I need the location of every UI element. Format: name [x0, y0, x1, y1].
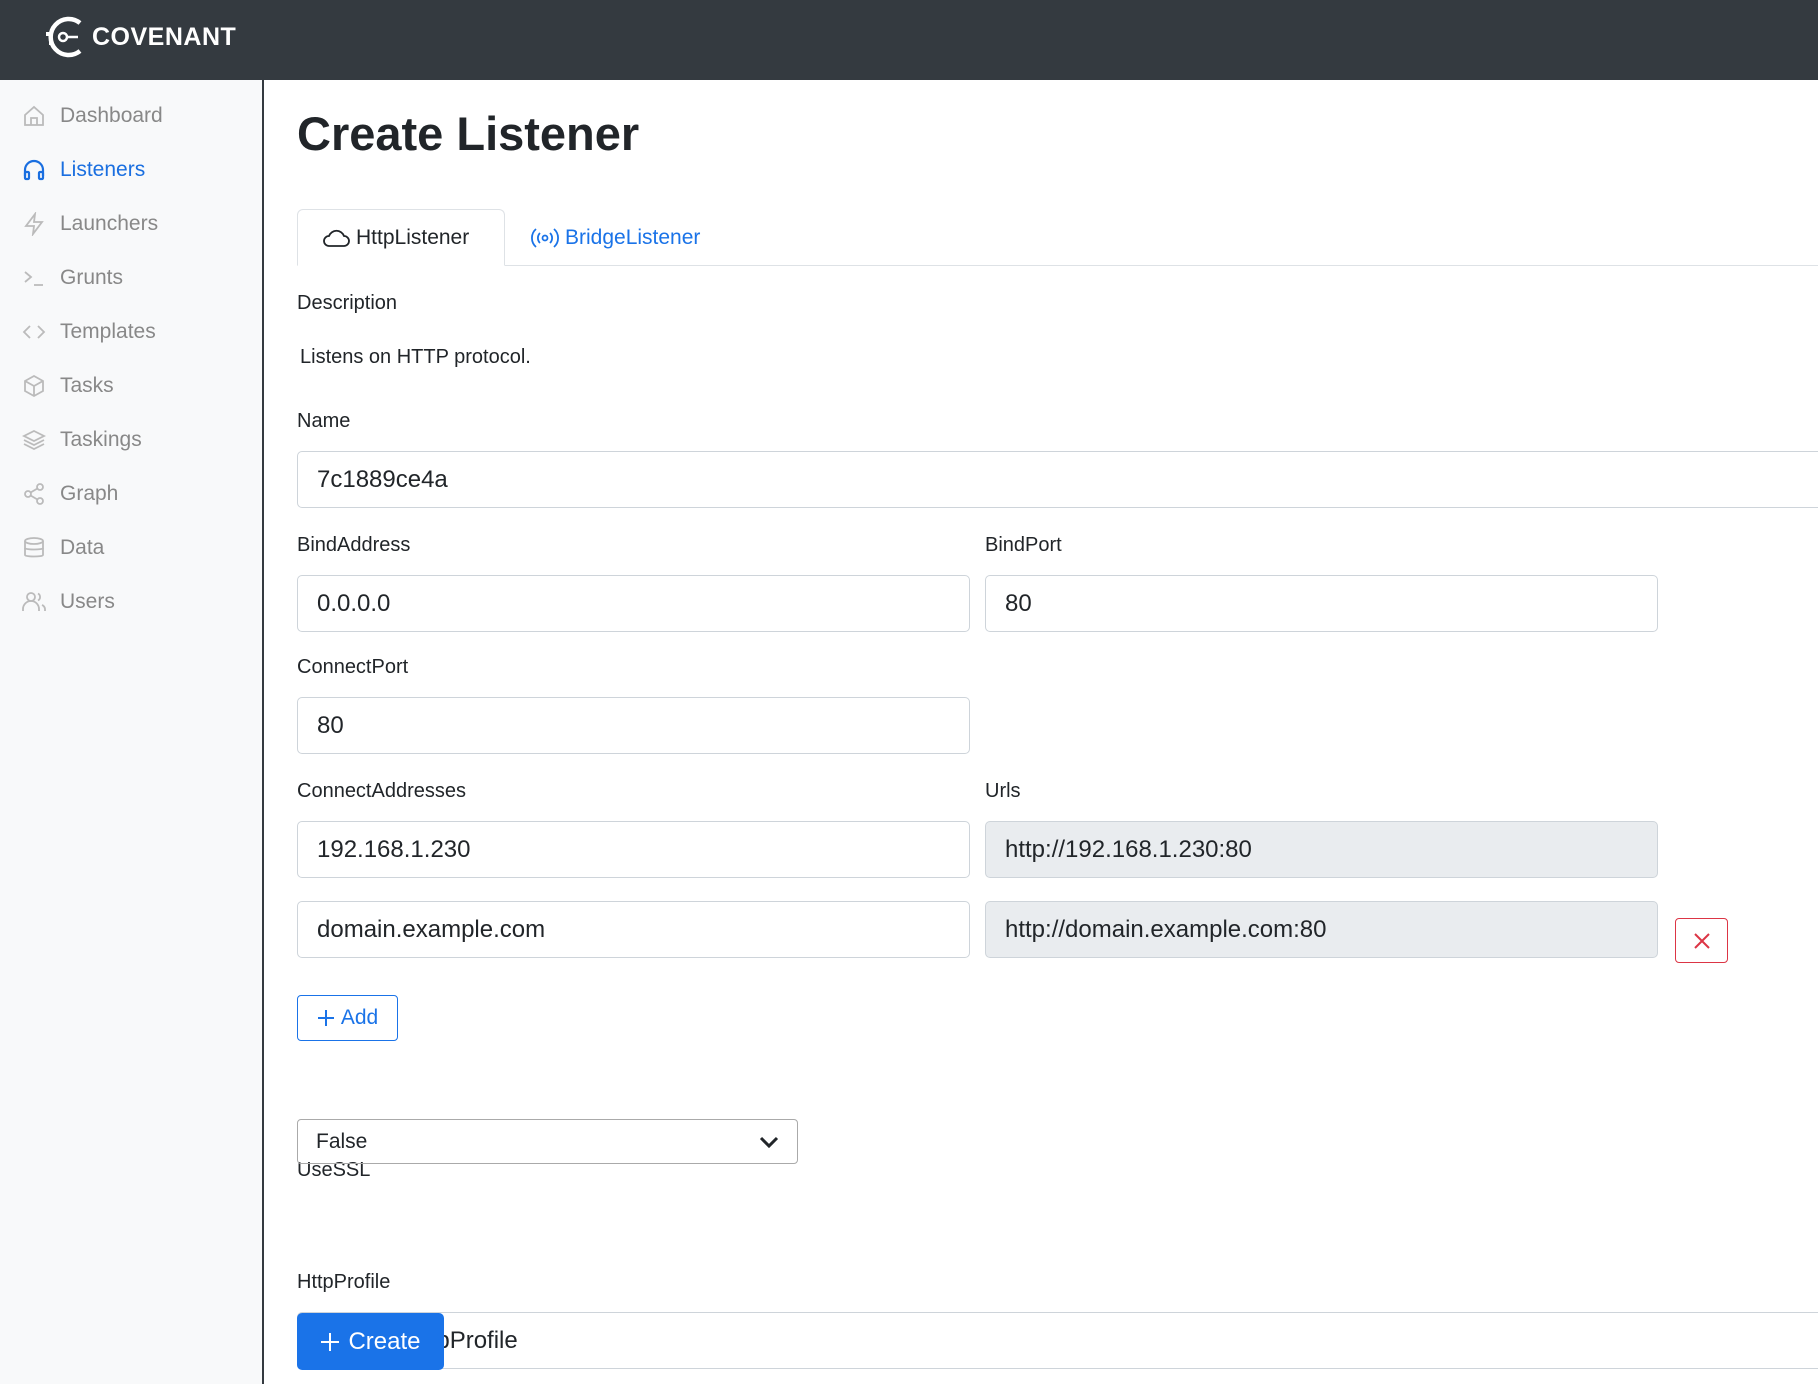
bind-port-input[interactable]: 80 — [985, 575, 1658, 632]
cloud-icon — [323, 229, 350, 247]
description-label: Description — [297, 292, 398, 314]
listener-type-tabs: HttpListener BridgeListener — [297, 209, 1818, 266]
sidebar-item-label: Launchers — [60, 212, 159, 235]
main-content: Create Listener HttpListener BridgeListe… — [265, 80, 1818, 1384]
sidebar-item-launchers[interactable]: Launchers — [20, 204, 158, 244]
tab-label: HttpListener — [356, 225, 470, 249]
sidebar-item-users[interactable]: Users — [20, 582, 115, 622]
chevron-down-icon — [759, 1136, 779, 1148]
sidebar-item-tasks[interactable]: Tasks — [20, 366, 114, 406]
covenant-logo[interactable]: COVENANT — [44, 14, 236, 60]
bind-address-label: BindAddress — [297, 534, 411, 556]
box-icon — [20, 372, 48, 400]
create-button[interactable]: Create — [297, 1313, 444, 1370]
close-icon — [1693, 932, 1710, 949]
sidebar-item-data[interactable]: Data — [20, 528, 104, 568]
http-profile-input[interactable]: CustomHttpProfile — [297, 1312, 1818, 1369]
create-label: Create — [348, 1327, 421, 1355]
users-icon — [20, 588, 48, 616]
sidebar-item-taskings[interactable]: Taskings — [20, 420, 142, 460]
tab-bridge-listener[interactable]: BridgeListener — [507, 209, 724, 266]
share-icon — [20, 480, 48, 508]
url-readonly-field: http://192.168.1.230:80 — [985, 821, 1658, 878]
remove-address-button[interactable] — [1675, 918, 1728, 963]
top-navbar: COVENANT — [0, 0, 1818, 80]
connect-address-input[interactable]: 192.168.1.230 — [297, 821, 970, 878]
add-address-button[interactable]: Add — [297, 995, 398, 1041]
plus-icon — [321, 1332, 340, 1351]
sidebar-item-dashboard[interactable]: Dashboard — [20, 96, 163, 136]
sidebar-item-label: Users — [60, 590, 115, 613]
plus-icon — [317, 1010, 334, 1026]
sidebar-item-listeners[interactable]: Listeners — [20, 150, 145, 190]
add-label: Add — [340, 1006, 379, 1029]
terminal-icon — [20, 264, 48, 292]
tab-label: BridgeListener — [565, 225, 701, 249]
tab-http-listener[interactable]: HttpListener — [297, 209, 505, 266]
name-input[interactable]: 7c1889ce4a — [297, 451, 1818, 508]
home-icon — [20, 102, 48, 130]
url-readonly-field: http://domain.example.com:80 — [985, 901, 1658, 958]
sidebar-item-label: Templates — [60, 320, 156, 343]
code-icon — [20, 318, 48, 346]
use-ssl-value: False — [316, 1129, 368, 1153]
sidebar-item-label: Taskings — [60, 428, 142, 451]
sidebar-item-templates[interactable]: Templates — [20, 312, 156, 352]
brand-name: COVENANT — [92, 22, 237, 51]
headphones-icon — [20, 156, 48, 184]
use-ssl-select[interactable]: False — [297, 1119, 798, 1164]
lightning-icon — [20, 210, 48, 238]
connect-addresses-label: ConnectAddresses — [297, 780, 466, 802]
sidebar-item-label: Dashboard — [60, 104, 163, 127]
sidebar: Dashboard Listeners Launchers Grunts Tem… — [0, 80, 264, 1384]
description-text: Listens on HTTP protocol. — [300, 346, 531, 368]
bind-address-input[interactable]: 0.0.0.0 — [297, 575, 970, 632]
sidebar-item-graph[interactable]: Graph — [20, 474, 118, 514]
name-label: Name — [297, 410, 351, 432]
page-title: Create Listener — [297, 107, 640, 160]
layers-icon — [20, 426, 48, 454]
broadcast-icon — [531, 227, 559, 248]
connect-port-input[interactable]: 80 — [297, 697, 970, 754]
sidebar-item-label: Graph — [60, 482, 119, 505]
connect-port-label: ConnectPort — [297, 656, 409, 678]
http-profile-label: HttpProfile — [297, 1271, 391, 1293]
sidebar-item-grunts[interactable]: Grunts — [20, 258, 123, 298]
database-icon — [20, 534, 48, 562]
sidebar-item-label: Listeners — [60, 158, 146, 181]
sidebar-item-label: Data — [60, 536, 105, 559]
sidebar-item-label: Tasks — [60, 374, 114, 397]
sidebar-item-label: Grunts — [60, 266, 124, 289]
urls-label: Urls — [985, 780, 1021, 802]
bind-port-label: BindPort — [985, 534, 1062, 556]
connect-address-input[interactable]: domain.example.com — [297, 901, 970, 958]
covenant-logo-icon — [46, 16, 82, 58]
